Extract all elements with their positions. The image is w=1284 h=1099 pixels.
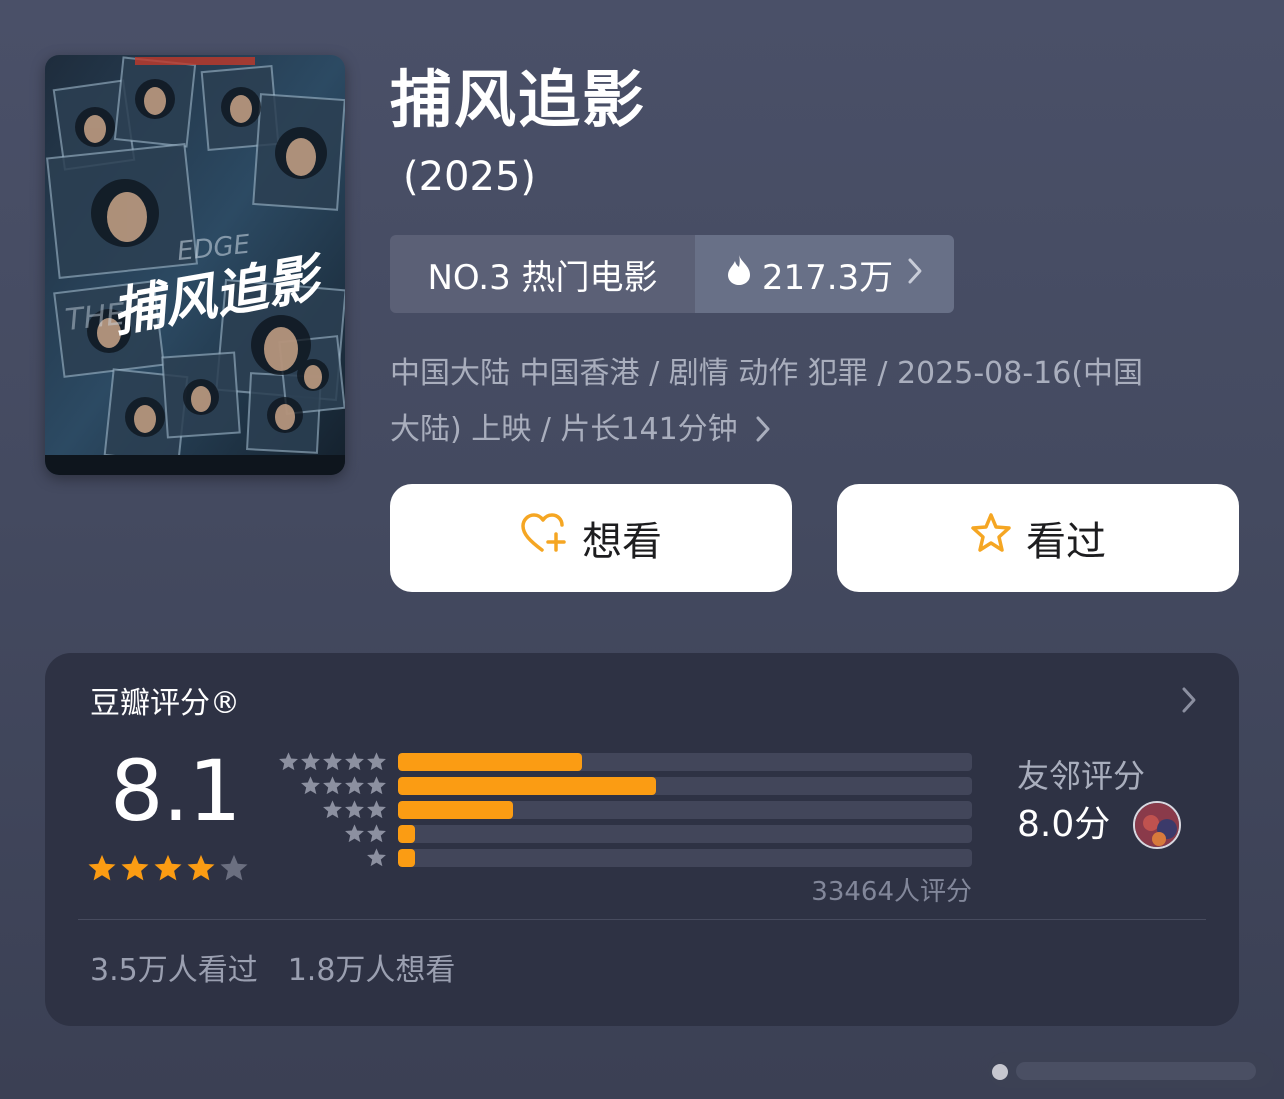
rating-card[interactable]: 豆瓣评分® 8.1 33464人评分 友邻评分 8.0分 3.5万人看过 1.8… [45, 653, 1239, 1026]
poster-image: EDGE THE 捕风追影 [45, 55, 345, 475]
ranking-bar: NO.3 热门电影 217.3万 [390, 235, 954, 313]
divider [78, 919, 1206, 920]
star-icon [87, 853, 117, 887]
chevron-right-icon [907, 254, 923, 294]
star-icon [322, 799, 343, 823]
star-icon [344, 751, 365, 775]
flame-icon [726, 254, 752, 295]
friend-rating-score: 8.0分 [1017, 804, 1111, 845]
meta-line-2-text: 大陆) 上映 / 片长141分钟 [390, 412, 738, 447]
chevron-right-icon [747, 412, 771, 447]
seen-count: 3.5万人看过 [90, 953, 258, 988]
distribution-bar-track [398, 825, 972, 843]
distribution-star-row [275, 823, 387, 847]
watch-stats: 3.5万人看过 1.8万人想看 [90, 945, 455, 989]
distribution-bar-fill [398, 825, 416, 843]
star-icon [300, 751, 321, 775]
distribution-star-row [275, 751, 387, 775]
star-icon [300, 775, 321, 799]
movie-year: (2025) [403, 154, 537, 200]
want-to-watch-button[interactable]: 想看 [390, 484, 792, 592]
star-outline-icon [970, 512, 1012, 564]
want-count: 1.8万人想看 [287, 953, 456, 988]
star-icon [278, 751, 299, 775]
rating-distribution-bars [398, 753, 972, 873]
watermark [988, 1052, 1274, 1088]
rating-distribution-stars [275, 751, 387, 871]
heart-plus-icon [520, 512, 568, 564]
distribution-star-row [275, 775, 387, 799]
meta-line-1: 中国大陆 中国香港 / 剧情 动作 犯罪 / 2025-08-16(中国 [390, 356, 1144, 391]
star-icon [344, 775, 365, 799]
meta-line-2: 大陆) 上映 / 片长141分钟 [390, 402, 1230, 458]
distribution-bar-fill [398, 753, 582, 771]
friend-rating-label: 友邻评分 [1017, 757, 1146, 795]
seen-label: 看过 [1026, 519, 1106, 565]
distribution-bar-track [398, 777, 972, 795]
movie-title: 捕风追影 [390, 63, 647, 136]
rating-count: 33464人评分 [811, 877, 972, 907]
heat-value: 217.3万 [761, 257, 894, 298]
distribution-bar-track [398, 801, 972, 819]
star-icon [366, 751, 387, 775]
distribution-bar-fill [398, 777, 657, 795]
rating-title: 豆瓣评分® [90, 686, 240, 721]
star-icon [366, 847, 387, 871]
distribution-bar-track [398, 849, 972, 867]
star-icon [344, 823, 365, 847]
star-icon [153, 853, 183, 887]
star-icon [366, 775, 387, 799]
rating-stars [87, 853, 249, 887]
star-icon [219, 853, 249, 887]
movie-meta[interactable]: 中国大陆 中国香港 / 剧情 动作 犯罪 / 2025-08-16(中国 大陆)… [390, 346, 1230, 458]
want-label: 想看 [582, 519, 662, 565]
star-icon [366, 823, 387, 847]
rank-label: NO.3 热门电影 [427, 257, 658, 298]
rank-badge[interactable]: NO.3 热门电影 [390, 235, 695, 313]
friend-avatar[interactable] [1133, 801, 1181, 849]
rating-score: 8.1 [110, 742, 242, 840]
star-icon [322, 775, 343, 799]
star-icon [322, 751, 343, 775]
distribution-star-row [275, 799, 387, 823]
watched-button[interactable]: 看过 [837, 484, 1239, 592]
star-icon [366, 799, 387, 823]
distribution-bar-fill [398, 801, 513, 819]
star-icon [186, 853, 216, 887]
distribution-bar-track [398, 753, 972, 771]
star-icon [344, 799, 365, 823]
star-icon [120, 853, 150, 887]
distribution-star-row [275, 847, 387, 871]
movie-poster[interactable]: EDGE THE 捕风追影 [45, 55, 345, 475]
heat-badge[interactable]: 217.3万 [695, 235, 954, 313]
chevron-right-icon[interactable] [1181, 683, 1197, 723]
distribution-bar-fill [398, 849, 416, 867]
